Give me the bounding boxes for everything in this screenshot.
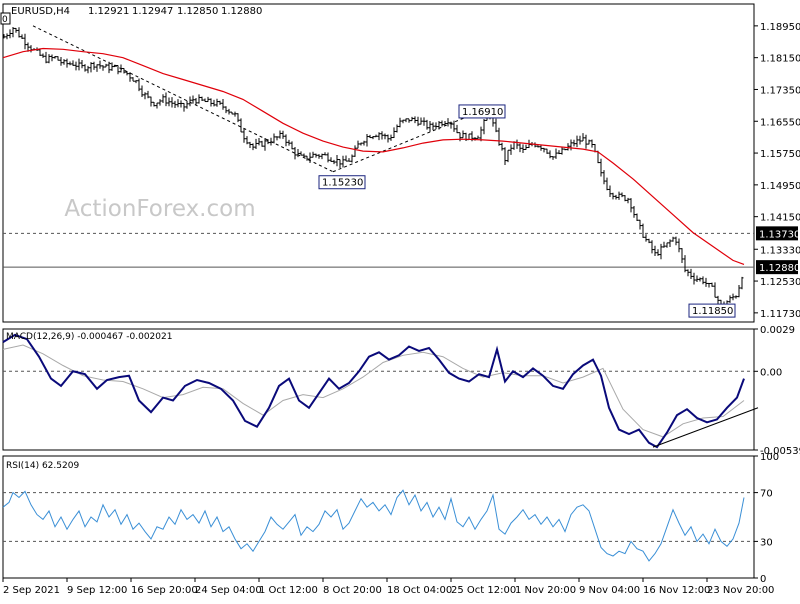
price-tick-label-1: 1.18150 bbox=[760, 54, 800, 65]
price-tick-label-6: 1.14150 bbox=[760, 213, 800, 224]
x-tick-label-7: 25 Oct 12:00 bbox=[451, 585, 516, 596]
price-tick-label-4: 1.15750 bbox=[760, 149, 800, 160]
price-tick-label-8: 1.12530 bbox=[760, 277, 800, 288]
level-label-1: 1.12880 bbox=[759, 263, 800, 274]
x-tick-label-2: 16 Sep 20:00 bbox=[131, 585, 198, 596]
price-tick-label-9: 1.11730 bbox=[760, 309, 800, 320]
macd-tick-label-0: 0.0029 bbox=[760, 325, 795, 336]
price-tick-label-2: 1.17350 bbox=[760, 85, 800, 96]
level-label-0: 1.13730 bbox=[759, 229, 800, 240]
watermark-text: ActionForex.com bbox=[64, 196, 255, 222]
rsi-tick-label-3: 0 bbox=[760, 574, 766, 585]
low-value: 1.12850 bbox=[177, 6, 218, 17]
moving-average-line bbox=[2, 47, 745, 265]
price-tick-label-3: 1.16550 bbox=[760, 117, 800, 128]
symbol-label: EURUSD,H4 bbox=[11, 6, 70, 17]
x-tick-label-0: 2 Sep 2021 bbox=[3, 585, 60, 596]
open-value: 1.12921 bbox=[88, 6, 129, 17]
annotation-label-1: 1.16910 bbox=[462, 107, 503, 118]
x-tick-label-9: 9 Nov 04:00 bbox=[579, 585, 640, 596]
price-header: 0 EURUSD,H4 1.12921 1.12947 1.12850 1.12… bbox=[0, 6, 262, 25]
macd-trendline bbox=[652, 407, 759, 448]
price-tick-label-5: 1.14950 bbox=[760, 181, 800, 192]
x-tick-label-1: 9 Sep 12:00 bbox=[67, 585, 127, 596]
price-tick-label-7: 1.13330 bbox=[760, 245, 800, 256]
macd-main-line bbox=[2, 333, 745, 449]
rsi-title: RSI(14) 62.5209 bbox=[6, 461, 79, 471]
chart-canvas: ActionForex.com 0 EURUSD,H4 1.12921 1.12… bbox=[0, 3, 800, 596]
rsi-panel-frame bbox=[2, 455, 755, 579]
rsi-tick-label-1: 70 bbox=[760, 489, 773, 500]
x-tick-label-3: 24 Sep 04:00 bbox=[195, 585, 262, 596]
macd-title: MACD(12,26,9) -0.000467 -0.002021 bbox=[6, 332, 172, 342]
x-tick-label-4: 1 Oct 12:00 bbox=[259, 585, 318, 596]
trendline-0 bbox=[32, 25, 334, 173]
rsi-tick-label-2: 30 bbox=[760, 537, 773, 548]
annotation-label-2: 1.11850 bbox=[692, 306, 733, 317]
x-tick-label-11: 23 Nov 20:00 bbox=[707, 585, 774, 596]
corner-label: 0 bbox=[2, 15, 8, 25]
macd-tick-label-1: 0.00 bbox=[760, 367, 782, 378]
price-tick-label-0: 1.18950 bbox=[760, 22, 800, 33]
price-panel-frame bbox=[2, 3, 755, 323]
high-value: 1.12947 bbox=[132, 6, 173, 17]
x-tick-label-5: 8 Oct 20:00 bbox=[323, 585, 382, 596]
x-tick-label-8: 1 Nov 20:00 bbox=[515, 585, 576, 596]
macd-signal-line bbox=[2, 344, 745, 438]
close-value: 1.12880 bbox=[221, 6, 262, 17]
chart-root: ActionForex.com 0 EURUSD,H4 1.12921 1.12… bbox=[0, 0, 800, 600]
rsi-tick-label-0: 100 bbox=[760, 452, 779, 463]
x-tick-label-6: 18 Oct 04:00 bbox=[387, 585, 452, 596]
annotation-label-0: 1.15230 bbox=[322, 178, 363, 189]
rsi-line bbox=[2, 489, 745, 562]
x-tick-label-10: 16 Nov 12:00 bbox=[643, 585, 710, 596]
